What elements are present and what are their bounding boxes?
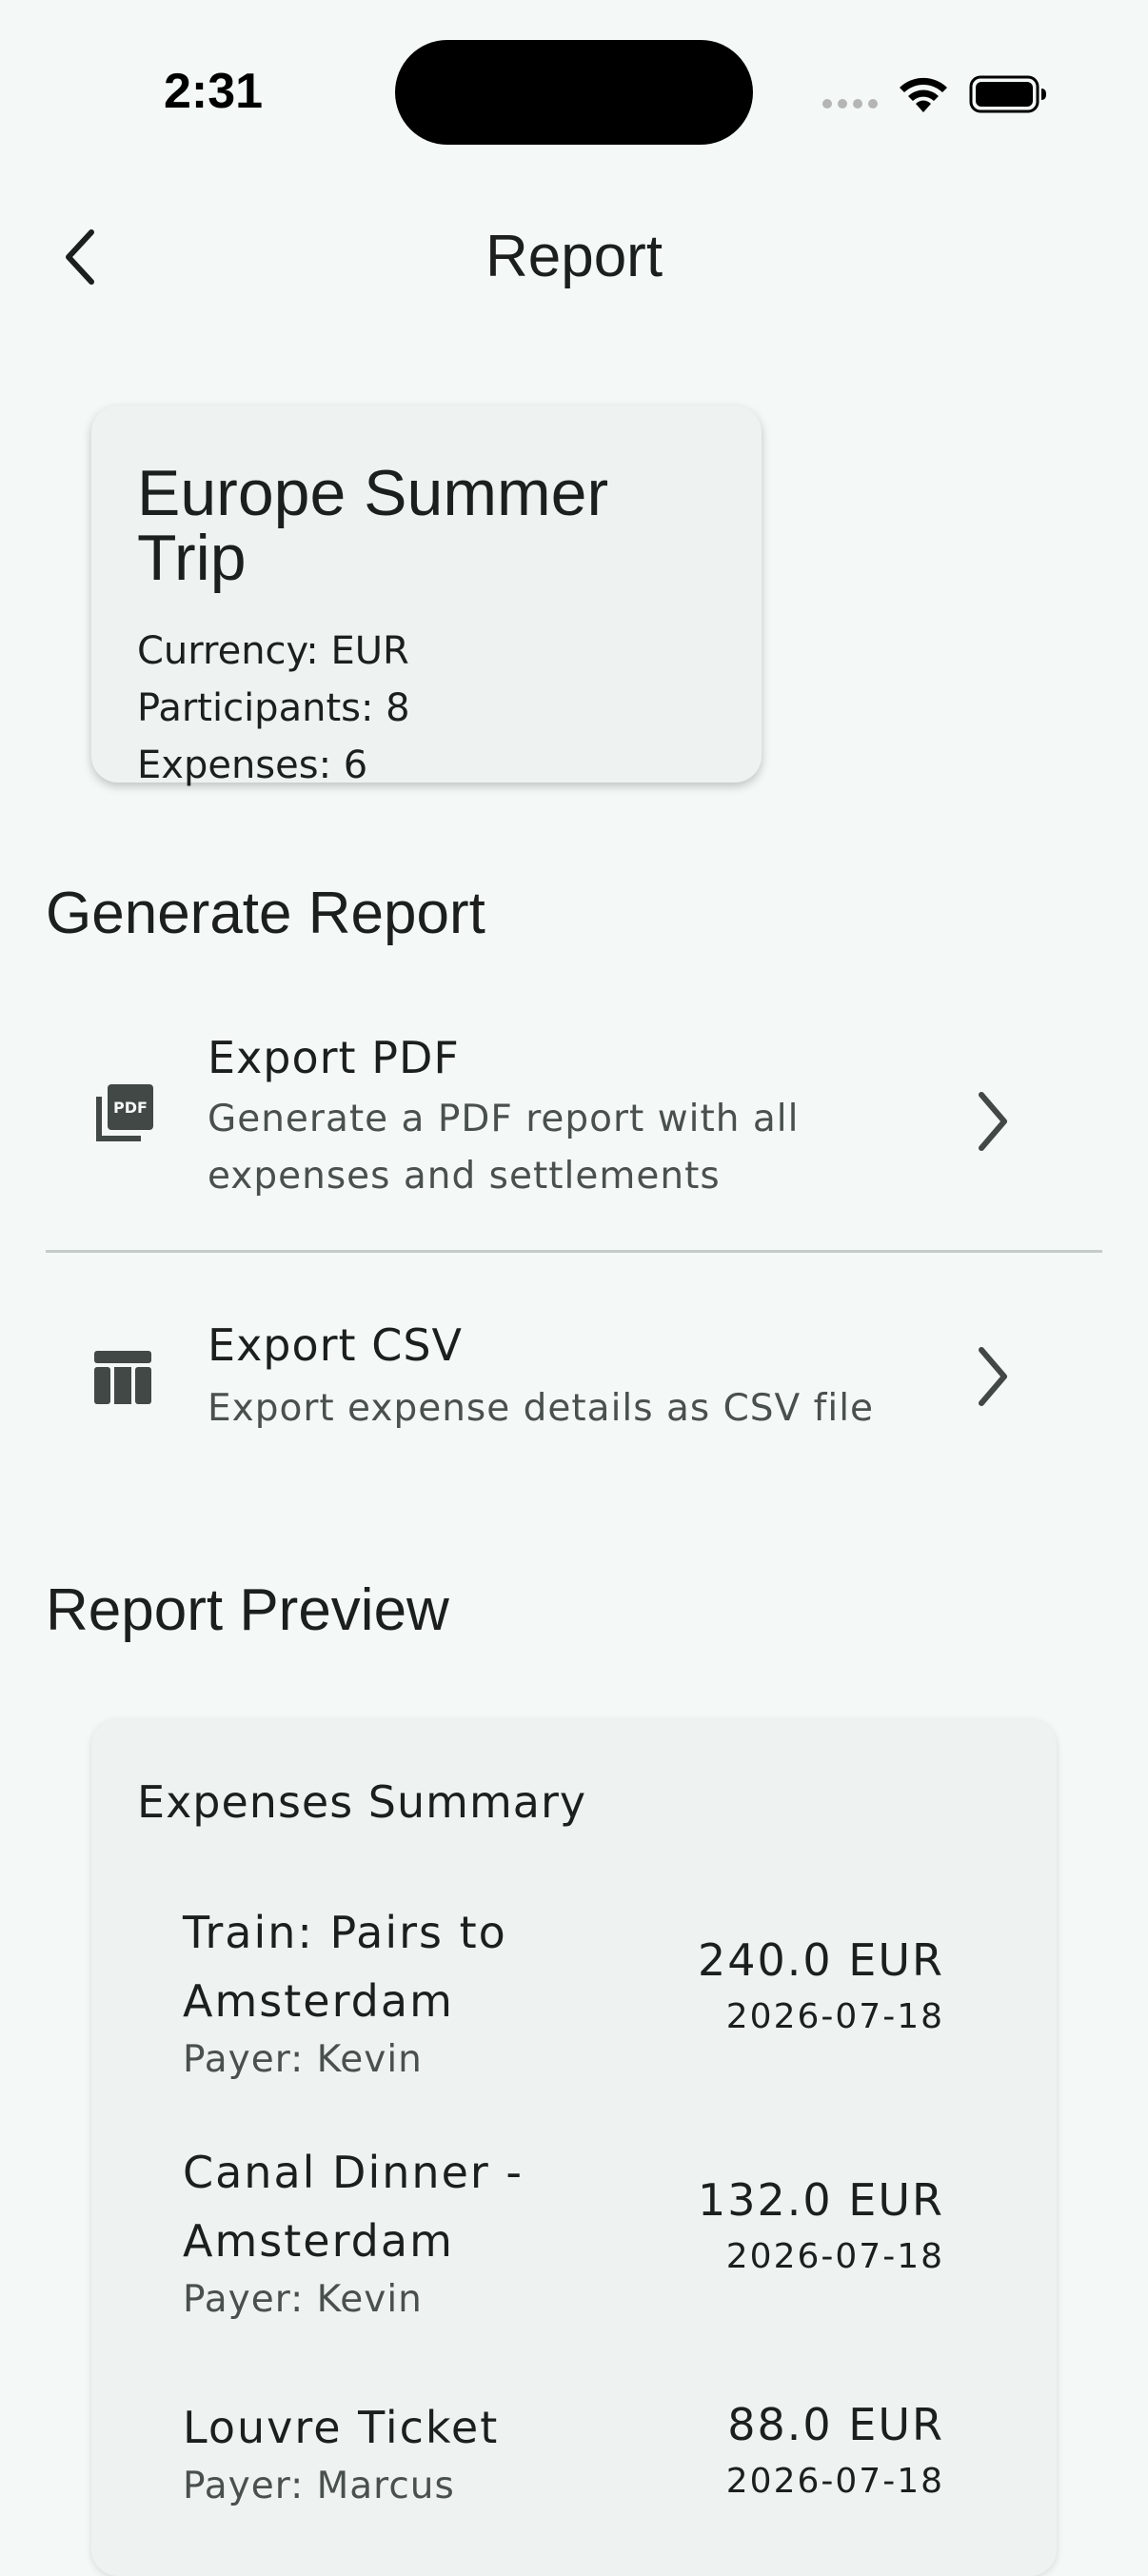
export-csv-option[interactable]: Export CSV Export expense details as CSV… (46, 1304, 1102, 1456)
expense-item: Canal Dinner - Amsterdam Payer: Kevin 13… (183, 2138, 944, 2325)
trip-expenses-count: Expenses: 6 (137, 743, 368, 787)
trip-currency: Currency: EUR (137, 629, 409, 673)
expense-item: Louvre Ticket Payer: Marcus 88.0 EUR 202… (183, 2393, 944, 2511)
expense-name: Canal Dinner - Amsterdam (183, 2147, 524, 2267)
expense-date: 2026-07-18 (725, 2462, 944, 2501)
export-pdf-description: Generate a PDF report with all expenses … (208, 1098, 800, 1198)
export-pdf-title: Export PDF (208, 1032, 460, 1083)
export-csv-title: Export CSV (208, 1319, 463, 1371)
status-time: 2:31 (164, 64, 264, 119)
expense-item: Train: Pairs to Amsterdam Payer: Kevin 2… (183, 1898, 944, 2085)
status-bar: 2:31 (0, 0, 1148, 171)
app-bar: Report (0, 190, 1148, 324)
expense-amount: 240.0 EUR (697, 1934, 944, 1986)
page-title: Report (485, 224, 663, 289)
trip-participants: Participants: 8 (137, 686, 410, 730)
table-icon (94, 1351, 151, 1404)
svg-text:PDF: PDF (113, 1099, 148, 1117)
battery-icon (969, 75, 1046, 113)
expense-date: 2026-07-18 (725, 2237, 944, 2276)
expense-payer: Payer: Kevin (183, 2038, 423, 2081)
export-csv-description: Export expense details as CSV file (208, 1387, 875, 1430)
trip-name: Europe Summer Trip (137, 457, 609, 594)
chevron-right-icon (979, 1347, 1007, 1406)
expense-amount: 88.0 EUR (727, 2399, 944, 2450)
trip-info-card: Europe Summer Trip Currency: EUR Partici… (91, 406, 762, 787)
expense-payer: Payer: Kevin (183, 2278, 423, 2321)
report-preview-heading: Report Preview (46, 1577, 449, 1643)
expenses-summary-title: Expenses Summary (137, 1776, 587, 1828)
expense-amount: 132.0 EUR (697, 2174, 944, 2226)
cellular-signal-icon (822, 99, 878, 109)
chevron-right-icon (979, 1092, 1007, 1151)
pdf-icon: PDF (96, 1084, 153, 1141)
export-pdf-option[interactable]: PDF Export PDF Generate a PDF report wit… (46, 1019, 1102, 1247)
expense-date: 2026-07-18 (725, 1997, 944, 2036)
expense-name: Train: Pairs to Amsterdam (183, 1907, 507, 2027)
expenses-summary-card: Expenses Summary Train: Pairs to Amsterd… (91, 1719, 1057, 2576)
divider (46, 1250, 1102, 1253)
generate-report-heading: Generate Report (46, 881, 485, 946)
wifi-icon (900, 77, 947, 112)
dynamic-island (395, 40, 753, 145)
expense-name: Louvre Ticket (183, 2402, 500, 2453)
